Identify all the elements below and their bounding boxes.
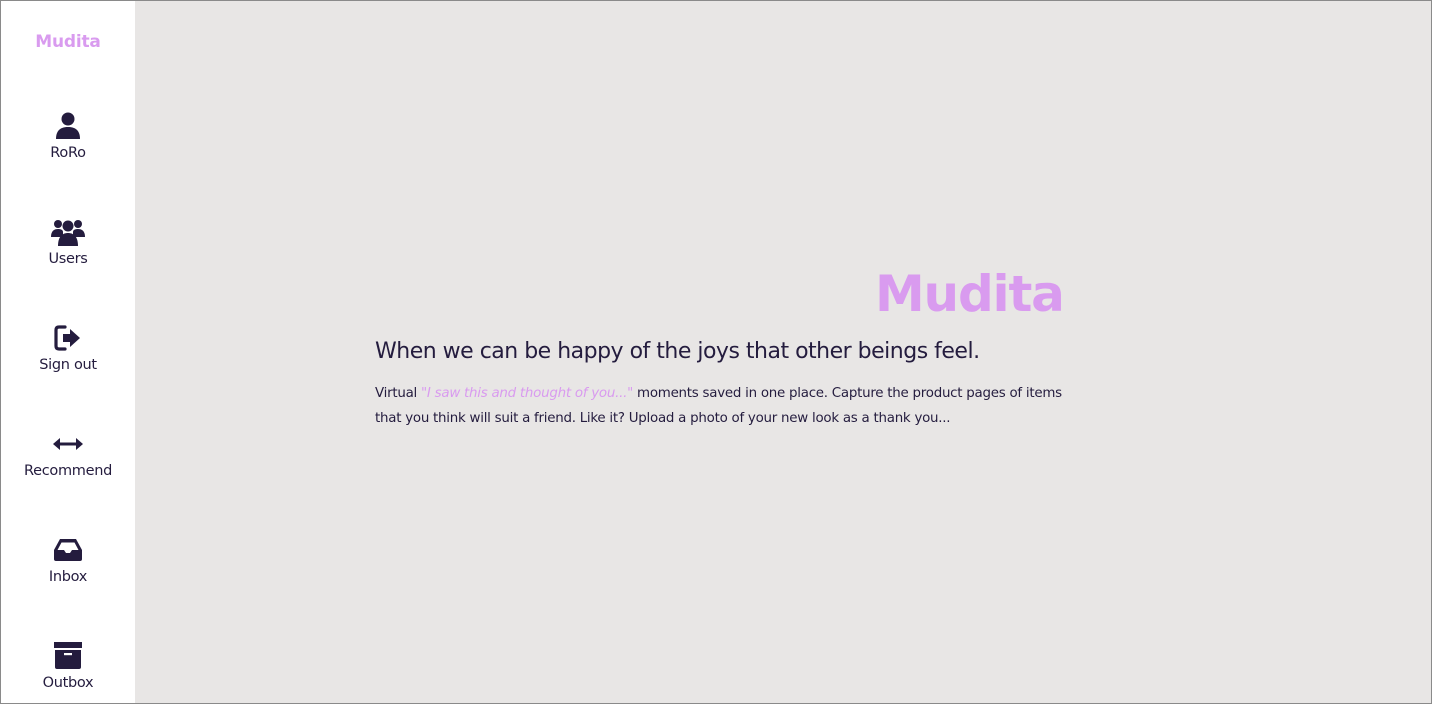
description-quote: "I saw this and thought of you...": [421, 386, 634, 401]
sidebar-item-label: Sign out: [39, 357, 97, 373]
sidebar: Mudita RoRo Users Sign out Recommend Inb…: [1, 1, 135, 703]
sidebar-item-inbox[interactable]: Inbox: [1, 533, 135, 613]
sidebar-item-users[interactable]: Users: [1, 215, 135, 295]
users-icon: [51, 215, 85, 249]
description-prefix: Virtual: [375, 386, 422, 401]
sidebar-brand[interactable]: Mudita: [1, 32, 135, 52]
arrows-horizontal-icon: [51, 427, 85, 461]
page-title: Mudita: [875, 265, 1065, 323]
user-icon: [51, 109, 85, 143]
sidebar-item-label: Users: [48, 251, 88, 267]
archive-box-icon: [51, 639, 85, 673]
sidebar-item-label: Recommend: [23, 463, 113, 479]
sidebar-item-roro[interactable]: RoRo: [1, 109, 135, 189]
sidebar-item-label: Outbox: [42, 675, 94, 691]
app-window: Mudita RoRo Users Sign out Recommend Inb…: [0, 0, 1432, 704]
inbox-icon: [51, 533, 85, 567]
sidebar-item-label: Inbox: [48, 569, 88, 585]
sign-out-icon: [51, 321, 85, 355]
tagline: When we can be happy of the joys that ot…: [375, 339, 980, 364]
sidebar-item-sign-out[interactable]: Sign out: [1, 321, 135, 401]
sidebar-item-recommend[interactable]: Recommend: [1, 427, 135, 507]
sidebar-item-label: RoRo: [50, 145, 86, 161]
main-content: Mudita When we can be happy of the joys …: [135, 1, 1431, 703]
description: Virtual "I saw this and thought of you..…: [375, 381, 1075, 431]
sidebar-item-outbox[interactable]: Outbox: [1, 639, 135, 703]
